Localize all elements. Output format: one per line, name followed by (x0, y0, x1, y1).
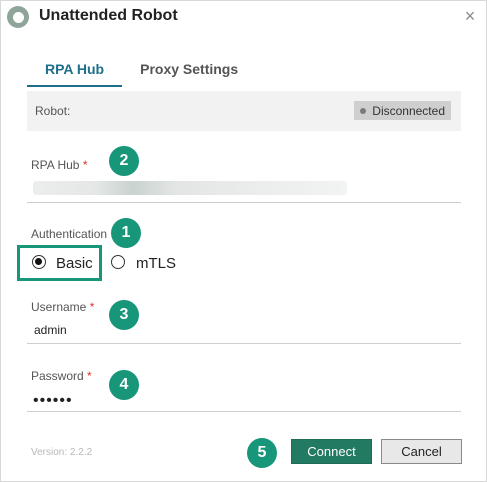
username-label-text: Username (31, 300, 87, 314)
tab-rpa-hub[interactable]: RPA Hub (27, 57, 123, 87)
password-underline (27, 411, 461, 412)
status-text: Disconnected (372, 103, 445, 118)
unattended-robot-dialog: Unattended Robot × RPA Hub Proxy Setting… (0, 0, 487, 482)
rpa-hub-url-input[interactable] (33, 181, 347, 195)
close-icon[interactable]: × (460, 6, 480, 26)
password-label-text: Password (31, 369, 84, 383)
step-badge-2: 2 (109, 146, 139, 176)
basic-radio[interactable] (32, 255, 46, 269)
username-input[interactable]: admin (34, 323, 67, 337)
rpa-hub-label-text: RPA Hub (31, 158, 80, 172)
username-underline (27, 343, 461, 344)
step-badge-1: 1 (111, 218, 141, 248)
version-text: Version: 2.2.2 (31, 447, 93, 458)
required-mark: * (87, 369, 92, 383)
password-input[interactable]: •••••• (33, 392, 73, 410)
status-badge: Disconnected (354, 101, 451, 120)
step-badge-3: 3 (109, 300, 139, 330)
mtls-radio-label[interactable]: mTLS (136, 255, 176, 272)
robot-status-panel: Robot: Disconnected (27, 91, 461, 131)
authentication-label: Authentication (31, 227, 108, 241)
cancel-button[interactable]: Cancel (381, 439, 462, 464)
required-mark: * (89, 300, 95, 314)
rpa-hub-label: RPA Hub * (31, 158, 87, 172)
status-dot-icon (360, 107, 367, 114)
required-mark: * (82, 158, 88, 172)
dialog-title: Unattended Robot (39, 7, 178, 24)
tab-proxy-settings[interactable]: Proxy Settings (122, 57, 256, 87)
password-label: Password * (31, 369, 92, 383)
robot-label: Robot: (35, 104, 71, 118)
step-badge-4: 4 (109, 370, 139, 400)
basic-radio-label[interactable]: Basic (56, 255, 93, 272)
tab-bar: RPA Hub Proxy Settings (27, 57, 256, 87)
app-logo-icon (7, 6, 29, 28)
mtls-radio[interactable] (111, 255, 125, 269)
title-bar: Unattended Robot × (1, 1, 486, 33)
connect-button[interactable]: Connect (291, 439, 372, 464)
username-label: Username * (31, 300, 94, 314)
step-badge-5: 5 (247, 438, 277, 468)
rpa-hub-underline (27, 202, 461, 203)
